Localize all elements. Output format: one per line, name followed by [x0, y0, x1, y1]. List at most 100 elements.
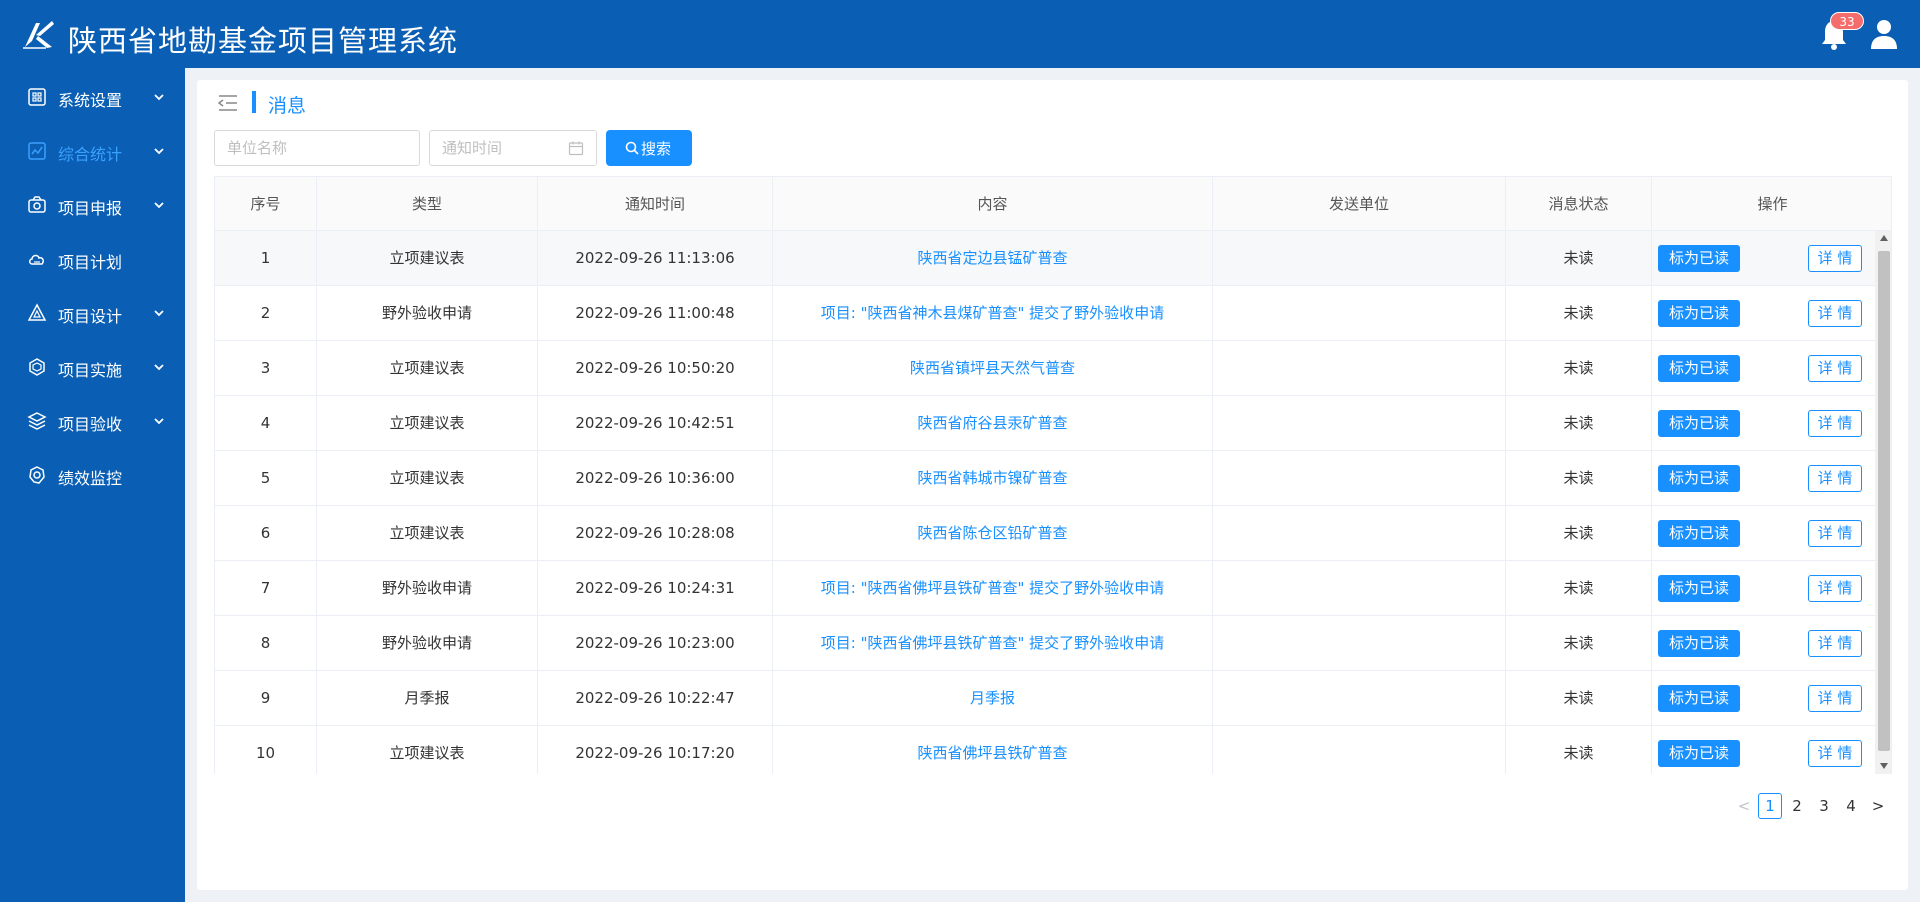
cell-status: 未读 — [1506, 671, 1652, 726]
cell-content[interactable]: 陕西省镇坪县天然气普查 — [773, 341, 1213, 396]
cell-type: 立项建议表 — [317, 396, 538, 451]
cell-content[interactable]: 项目: "陕西省佛坪县铁矿普查" 提交了野外验收申请 — [773, 561, 1213, 616]
user-icon[interactable] — [1868, 18, 1900, 50]
page-number-1[interactable]: 1 — [1758, 793, 1782, 819]
detail-button[interactable]: 详 情 — [1808, 630, 1862, 657]
chevron-down-icon — [154, 418, 164, 425]
cell-time: 2022-09-26 11:13:06 — [538, 231, 773, 286]
sidebar-item-label: 综合统计 — [58, 145, 123, 164]
cell-content[interactable]: 陕西省陈仓区铅矿普查 — [773, 506, 1213, 561]
camera-report-icon — [28, 196, 46, 213]
cloud-plan-icon — [29, 254, 44, 265]
cell-sender — [1213, 231, 1506, 286]
notify-time-input[interactable] — [430, 131, 560, 165]
cell-status: 未读 — [1506, 616, 1652, 671]
mark-read-button[interactable]: 标为已读 — [1658, 740, 1740, 767]
table-row: 6 立项建议表 2022-09-26 10:28:08 陕西省陈仓区铅矿普查 未读 标为已… — [215, 506, 1875, 561]
sidebar-item-system-settings[interactable]: 系统设置 — [0, 71, 185, 125]
cell-status: 未读 — [1506, 286, 1652, 341]
sidebar-item-performance-monitor[interactable]: 绩效监控 — [0, 449, 185, 503]
cell-index: 6 — [215, 506, 317, 561]
notification-badge: 33 — [1830, 12, 1864, 30]
sidebar-item-project-design[interactable]: 项目设计 — [0, 287, 185, 341]
scroll-thumb[interactable] — [1878, 251, 1890, 751]
mark-read-button[interactable]: 标为已读 — [1658, 630, 1740, 657]
notify-time-picker[interactable] — [429, 130, 597, 166]
cell-index: 5 — [215, 451, 317, 506]
mark-read-button[interactable]: 标为已读 — [1658, 245, 1740, 272]
table-row: 3 立项建议表 2022-09-26 10:50:20 陕西省镇坪县天然气普查 未读 标为… — [215, 341, 1875, 396]
cell-type: 立项建议表 — [317, 451, 538, 506]
cell-sender — [1213, 451, 1506, 506]
detail-button[interactable]: 详 情 — [1808, 410, 1862, 437]
cell-content[interactable]: 陕西省佛坪县铁矿普查 — [773, 726, 1213, 774]
mark-read-button[interactable]: 标为已读 — [1658, 685, 1740, 712]
cell-content[interactable]: 陕西省定边县锰矿普查 — [773, 231, 1213, 286]
scroll-up-arrow[interactable] — [1880, 235, 1888, 241]
app-title: 陕西省地勘基金项目管理系统 — [68, 24, 459, 58]
chevron-down-icon — [154, 148, 164, 155]
cell-sender — [1213, 726, 1506, 774]
cell-content[interactable]: 项目: "陕西省神木县煤矿普查" 提交了野外验收申请 — [773, 286, 1213, 341]
cell-index: 10 — [215, 726, 317, 774]
detail-button[interactable]: 详 情 — [1808, 300, 1862, 327]
detail-button[interactable]: 详 情 — [1808, 355, 1862, 382]
cell-index: 7 — [215, 561, 317, 616]
sidebar-item-project-declare[interactable]: 项目申报 — [0, 179, 185, 233]
table-row: 2 野外验收申请 2022-09-26 11:00:48 项目: "陕西省神木县煤矿普… — [215, 286, 1875, 341]
chart-line-icon — [28, 142, 46, 160]
detail-button[interactable]: 详 情 — [1808, 740, 1862, 767]
detail-button[interactable]: 详 情 — [1808, 245, 1862, 272]
mark-read-button[interactable]: 标为已读 — [1658, 465, 1740, 492]
sidebar-item-project-plan[interactable]: 项目计划 — [0, 233, 185, 287]
mark-read-button[interactable]: 标为已读 — [1658, 300, 1740, 327]
column-header-type: 类型 — [317, 177, 538, 231]
sidebar-item-label: 项目实施 — [58, 361, 123, 380]
mark-read-button[interactable]: 标为已读 — [1658, 520, 1740, 547]
page-number-3[interactable]: 3 — [1812, 793, 1836, 819]
layers-icon — [27, 412, 47, 430]
table-header: 序号 类型 通知时间 内容 发送单位 消息状态 操作 — [215, 177, 1891, 231]
table-scrollbar[interactable] — [1875, 231, 1891, 774]
cell-status: 未读 — [1506, 506, 1652, 561]
search-button[interactable]: 搜索 — [606, 130, 692, 166]
mark-read-button[interactable]: 标为已读 — [1658, 355, 1740, 382]
cell-index: 4 — [215, 396, 317, 451]
detail-button[interactable]: 详 情 — [1808, 575, 1862, 602]
mark-read-button[interactable]: 标为已读 — [1658, 575, 1740, 602]
cell-sender — [1213, 396, 1506, 451]
cell-status: 未读 — [1506, 396, 1652, 451]
page-title: 消息 — [268, 95, 307, 117]
cell-content[interactable]: 月季报 — [773, 671, 1213, 726]
chevron-left-icon[interactable]: < — [1736, 793, 1752, 819]
cell-type: 野外验收申请 — [317, 561, 538, 616]
sidebar-item-project-acceptance[interactable]: 项目验收 — [0, 395, 185, 449]
column-header-content: 内容 — [773, 177, 1213, 231]
chevron-down-icon — [154, 202, 164, 209]
page-number-4[interactable]: 4 — [1839, 793, 1863, 819]
sidebar-item-label: 项目计划 — [58, 253, 123, 272]
menu-collapse-icon[interactable] — [217, 93, 239, 113]
detail-button[interactable]: 详 情 — [1808, 520, 1862, 547]
scroll-down-arrow[interactable] — [1880, 763, 1888, 769]
cell-type: 立项建议表 — [317, 726, 538, 774]
cell-sender — [1213, 561, 1506, 616]
sidebar-item-label: 项目验收 — [58, 415, 123, 434]
column-header-time: 通知时间 — [538, 177, 773, 231]
cell-content[interactable]: 陕西省韩城市镍矿普查 — [773, 451, 1213, 506]
detail-button[interactable]: 详 情 — [1808, 465, 1862, 492]
sidebar-item-statistics[interactable]: 综合统计 — [0, 125, 185, 179]
cell-time: 2022-09-26 10:28:08 — [538, 506, 773, 561]
chevron-right-icon[interactable]: > — [1870, 793, 1886, 819]
triangle-design-icon — [27, 303, 47, 321]
unit-name-input[interactable] — [214, 130, 420, 166]
cell-content[interactable]: 项目: "陕西省佛坪县铁矿普查" 提交了野外验收申请 — [773, 616, 1213, 671]
mark-read-button[interactable]: 标为已读 — [1658, 410, 1740, 437]
page-number-2[interactable]: 2 — [1785, 793, 1809, 819]
cell-status: 未读 — [1506, 561, 1652, 616]
cell-type: 野外验收申请 — [317, 616, 538, 671]
detail-button[interactable]: 详 情 — [1808, 685, 1862, 712]
cell-index: 8 — [215, 616, 317, 671]
sidebar-item-project-implement[interactable]: 项目实施 — [0, 341, 185, 395]
cell-content[interactable]: 陕西省府谷县汞矿普查 — [773, 396, 1213, 451]
